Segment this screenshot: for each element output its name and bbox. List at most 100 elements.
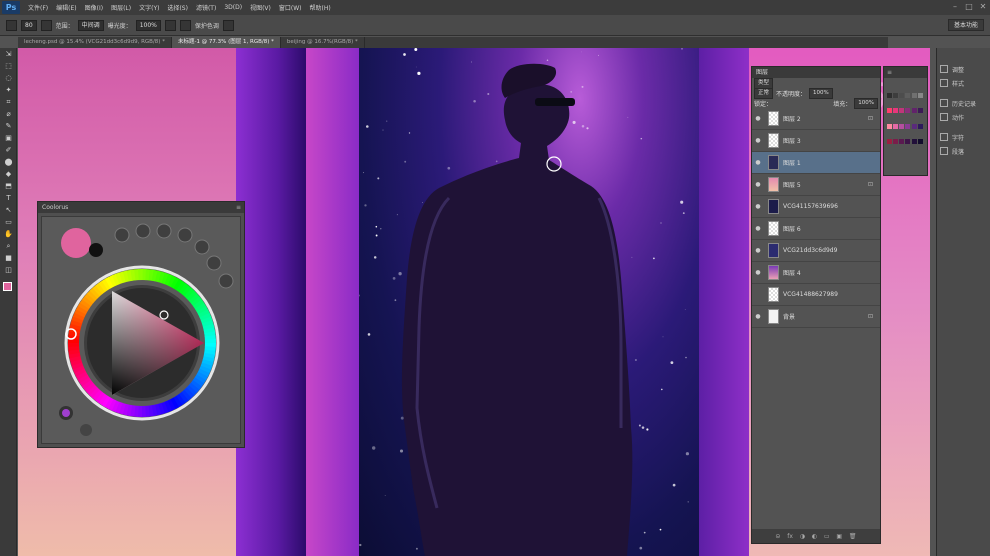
swatch-chip[interactable] [917,123,923,129]
pressure-icon[interactable] [222,19,234,31]
swatch-chip[interactable] [917,93,923,98]
close-button[interactable]: ✕ [976,0,990,13]
layer-row[interactable]: ● 背景 ⊡ [752,306,880,328]
layers-footer-2-icon[interactable]: ◑ [800,533,805,540]
layer-row[interactable]: ● 图层 1 [752,152,880,174]
swatch-chip[interactable] [905,93,911,98]
visibility-eye-icon[interactable]: ● [752,115,764,122]
tool-8-icon[interactable]: ✐ [0,144,17,156]
menu-help[interactable]: 帮助(H) [306,3,335,12]
layer-row[interactable]: ● 图层 5 ⊡ [752,174,880,196]
visibility-eye-icon[interactable]: ● [752,181,764,188]
tool-15-icon[interactable]: ✋ [0,228,17,240]
visibility-eye-icon[interactable]: ● [752,269,764,276]
swatch-chip[interactable] [917,138,923,144]
panel-menu-icon[interactable]: ≡ [236,204,241,211]
layer-row[interactable]: ● VCG41157639696 [752,196,880,218]
swatch-chip[interactable] [905,123,911,129]
tool-11-icon[interactable]: ⬒ [0,180,17,192]
coolorus-tool-5-icon[interactable] [206,255,222,271]
exposure-input[interactable]: 100% [135,19,161,31]
menu-window[interactable]: 窗口(W) [275,3,306,12]
swatch-grid[interactable] [887,93,923,153]
menu-edit[interactable]: 编辑(E) [52,3,80,12]
swatch-chip[interactable] [893,138,899,144]
coolorus-tool-2-icon[interactable] [156,223,172,239]
swatch-chip[interactable] [899,108,905,114]
swatch-chip[interactable] [911,123,917,129]
range-select[interactable]: 中间调 [77,19,104,31]
swatch-chip[interactable] [899,123,905,129]
layers-footer-0-icon[interactable]: ⊝ [775,533,780,540]
tool-2-icon[interactable]: ◌ [0,72,17,84]
dock-history[interactable]: 历史记录 [937,96,990,110]
tab-untitled[interactable]: 未标题-1 @ 77.3% (图层 1, RGB/8) * [171,37,281,48]
protect-tones-checkbox[interactable] [179,19,191,31]
swatch-chip[interactable] [911,93,917,98]
dock-adjustments[interactable]: 调整 [937,62,990,76]
tool-5-icon[interactable]: ⌀ [0,108,17,120]
coolorus-tool-3-icon[interactable] [177,227,193,243]
color-wheel-widget[interactable] [42,217,242,445]
layer-row[interactable]: ● 图层 3 [752,130,880,152]
menu-layer[interactable]: 图层(L) [107,3,135,12]
dock-character[interactable]: 字符 [937,130,990,144]
menu-image[interactable]: 图像(I) [81,3,107,12]
coolorus-tool-4-icon[interactable] [194,239,210,255]
swatch-chip[interactable] [893,123,899,129]
swatch-chip[interactable] [887,123,892,129]
secondary-color-swatch[interactable] [89,243,103,257]
tool-17-icon[interactable]: ■ [0,252,17,264]
visibility-eye-icon[interactable]: ● [752,313,764,320]
tool-16-icon[interactable]: ⌕ [0,240,17,252]
fill-input[interactable]: 100% [854,97,878,109]
tool-10-icon[interactable]: ◆ [0,168,17,180]
tool-14-icon[interactable]: ▭ [0,216,17,228]
swatch-chip[interactable] [899,93,905,98]
menu-select[interactable]: 选择(S) [163,3,192,12]
layer-row[interactable]: ● 图层 2 ⊡ [752,108,880,130]
blend-mode-select[interactable]: 正常 [754,87,774,99]
visibility-eye-icon[interactable]: ● [752,247,764,254]
layers-footer-3-icon[interactable]: ◐ [812,533,817,540]
layers-footer-4-icon[interactable]: ▭ [824,533,830,540]
tab-lecheng[interactable]: lecheng.psd @ 15.4% (VCG21dd3c6d9d9, RGB… [18,37,172,48]
tool-13-icon[interactable]: ↖ [0,204,17,216]
swatch-chip[interactable] [911,138,917,144]
swatch-chip[interactable] [905,138,911,144]
layer-row[interactable]: VCG41488627989 [752,284,880,306]
menu-view[interactable]: 视图(V) [246,3,275,12]
brush-panel-toggle[interactable] [40,19,52,31]
menu-3d[interactable]: 3D(D) [220,4,246,11]
visibility-eye-icon[interactable]: ● [752,225,764,232]
coolorus-tool-1-icon[interactable] [135,223,151,239]
layers-footer-1-icon[interactable]: fx [787,533,793,540]
tool-9-icon[interactable]: ⬤ [0,156,17,168]
layer-row[interactable]: ● VCG21dd3c6d9d9 [752,240,880,262]
airbrush-icon[interactable] [164,19,176,31]
coolorus-tool-6-icon[interactable] [218,273,234,289]
swatch-chip[interactable] [893,108,899,114]
swatch-chip[interactable] [887,108,892,114]
opacity-input[interactable]: 100% [809,87,833,99]
workspace-switcher[interactable]: 基本功能 [947,19,984,31]
swatch-chip[interactable] [887,93,892,98]
tool-3-icon[interactable]: ✦ [0,84,17,96]
tool-12-icon[interactable]: T [0,192,17,204]
menu-file[interactable]: 文件(F) [24,3,52,12]
menu-filter[interactable]: 滤镜(T) [192,3,220,12]
swatch-chip[interactable] [911,108,917,114]
minimize-button[interactable]: – [948,0,962,13]
tool-18-icon[interactable]: ◫ [0,264,17,276]
swatch-chip[interactable] [899,138,905,144]
tool-0-icon[interactable]: ⇲ [0,48,17,60]
swatch-chip[interactable] [905,108,911,114]
swatch-chip[interactable] [893,93,899,98]
swatch-chip[interactable] [917,108,923,114]
swatch-chip[interactable] [887,138,892,144]
dock-actions[interactable]: 动作 [937,110,990,124]
tab-beijing[interactable]: beijing @ 16.7%(RGB/8) * [281,37,365,48]
menu-cycle-icon[interactable] [80,424,92,436]
layer-row[interactable]: ● 图层 4 [752,262,880,284]
visibility-eye-icon[interactable]: ● [752,159,764,166]
